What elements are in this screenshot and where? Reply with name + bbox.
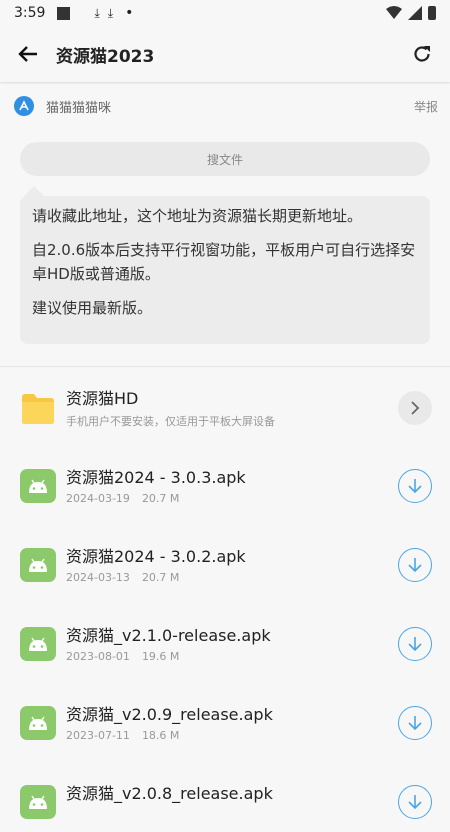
file-date: 2024-03-19 [66,492,130,505]
download-button[interactable] [398,548,432,582]
chevron-right-icon [411,401,420,415]
download-arrow-icon [408,795,422,810]
file-row[interactable]: 资源猫_v2.0.8_release.apk [0,772,450,832]
page-title: 资源猫2023 [56,46,155,67]
arrow-left-icon [18,46,37,62]
file-date: 2023-08-01 [66,650,130,663]
file-name: 资源猫_v2.1.0-release.apk [66,626,271,645]
file-meta: 2023-08-01 19.6 M [66,650,398,663]
folder-description: 手机用户不要安装，仅适用于平板大屏设备 [66,414,275,428]
file-row[interactable]: 资源猫2024 - 3.0.3.apk 2024-03-19 20.7 M [0,456,450,516]
file-size: 19.6 M [141,650,180,663]
battery-icon [428,6,436,20]
download-icon: ⤓ [94,5,100,20]
status-icons [386,6,436,20]
file-meta: 2024-03-19 20.7 M [66,492,398,505]
report-link[interactable]: 举报 [414,98,438,115]
signal-icon [408,6,422,20]
file-size: 18.6 M [141,729,180,742]
status-bar: 3:59 ⤓ ⤓ • [0,0,450,26]
download-arrow-icon [408,558,422,573]
file-size: 20.7 M [141,571,180,584]
download-icon: ⤓ [107,5,114,20]
android-apk-icon [20,548,56,582]
android-apk-icon [20,627,56,661]
file-meta: 2023-07-11 18.6 M [66,729,398,742]
wifi-icon [386,6,402,19]
download-arrow-icon [408,479,422,494]
download-button[interactable] [398,785,432,819]
file-row[interactable]: 资源猫2024 - 3.0.2.apk 2024-03-13 20.7 M [0,535,450,595]
open-folder-button[interactable] [398,391,432,425]
folder-icon [22,394,54,424]
notice-paragraph: 自2.0.6版本后支持平行视窗功能，平板用户可自行选择安卓HD版或普通版。 [32,241,416,283]
file-name: 资源猫2024 - 3.0.3.apk [66,468,246,487]
refresh-button[interactable] [410,42,434,66]
android-icon [29,558,47,572]
notice-paragraph: 请收藏此地址，这个地址为资源猫长期更新地址。 [32,207,363,225]
avatar-icon [19,100,29,111]
file-row[interactable]: 资源猫_v2.0.9_release.apk 2023-07-11 18.6 M [0,693,450,753]
notice-bubble: 请收藏此地址，这个地址为资源猫长期更新地址。 自2.0.6版本后支持平行视窗功能… [20,196,430,344]
file-meta [66,808,398,821]
download-button[interactable] [398,469,432,503]
divider [0,366,450,367]
android-icon [29,795,47,809]
notice-bubble-tail [24,186,44,196]
file-date: 2023-07-11 [66,729,130,742]
notice-paragraph: 建议使用最新版。 [32,299,153,317]
avatar[interactable] [14,96,34,116]
android-apk-icon [20,469,56,503]
download-button[interactable] [398,627,432,661]
folder-row[interactable]: 资源猫HD 手机用户不要安装，仅适用于平板大屏设备 [0,378,450,438]
file-name: 资源猫_v2.0.9_release.apk [66,705,273,724]
file-size: 20.7 M [141,492,180,505]
android-apk-icon [20,785,56,819]
app-bar: 资源猫2023 [0,26,450,82]
file-meta: 2024-03-13 20.7 M [66,571,398,584]
file-row[interactable]: 资源猫_v2.1.0-release.apk 2023-08-01 19.6 M [0,614,450,674]
android-apk-icon [20,706,56,740]
download-button[interactable] [398,706,432,740]
notification-icon [57,6,71,20]
download-arrow-icon [408,637,422,652]
refresh-icon [414,46,430,62]
android-icon [29,716,47,730]
file-date: 2024-03-13 [66,571,130,584]
author-name[interactable]: 猫猫猫猫咪 [46,97,111,116]
back-button[interactable] [16,42,40,66]
android-icon [29,479,47,493]
search-input[interactable]: 搜文件 [20,142,430,176]
more-notifications-dot: • [125,5,134,21]
android-icon [29,637,47,651]
file-name: 资源猫_v2.0.8_release.apk [66,784,273,803]
status-time: 3:59 [14,5,46,21]
author-row: 猫猫猫猫咪 举报 [0,92,450,120]
folder-name: 资源猫HD [66,388,139,408]
file-name: 资源猫2024 - 3.0.2.apk [66,547,246,566]
download-arrow-icon [408,716,422,731]
